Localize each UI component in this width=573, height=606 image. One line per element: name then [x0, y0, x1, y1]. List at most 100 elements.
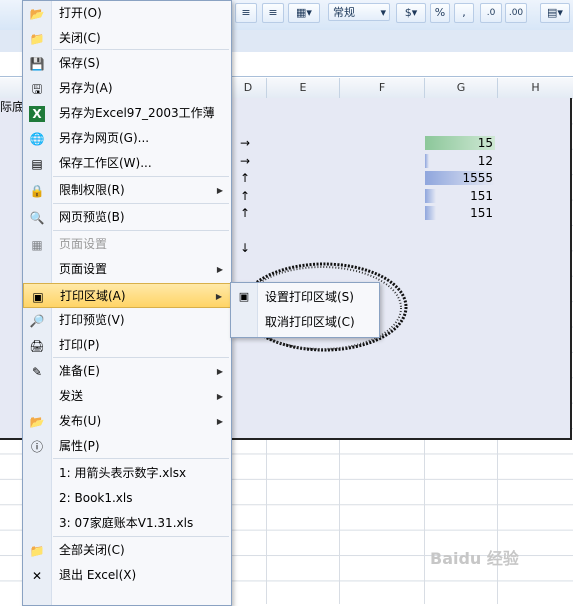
menu-item-label: 打印预览(V) [59, 313, 125, 327]
cell-g-value[interactable]: 151 [425, 206, 493, 220]
menu-separator [53, 230, 229, 231]
close-all-icon: 📁 [29, 544, 45, 558]
submenu-item-clear-print-area[interactable]: 取消打印区域(C) [231, 310, 379, 335]
menu-item-label: 另存为Excel97_2003工作薄 [59, 106, 215, 120]
arrow-indicator: → [240, 136, 251, 150]
submenu-arrow-icon: ▶ [216, 265, 223, 274]
menu-item[interactable]: 发送 ▶ [23, 384, 231, 409]
watermark-logo: Baidu 经验 [430, 549, 519, 568]
menu-item[interactable]: 📁 全部关闭(C) [23, 538, 231, 563]
web-page-icon: 🌐 [29, 132, 45, 146]
menu-item[interactable]: 📂 打开(O) [23, 1, 231, 26]
percent-button[interactable]: % [430, 3, 450, 23]
menu-item-label: 网页预览(B) [59, 210, 125, 224]
align-right-icon[interactable]: ≡ [262, 3, 284, 23]
menu-separator [53, 176, 229, 177]
menu-item[interactable]: 🖫 另存为(A) [23, 76, 231, 101]
number-format-select[interactable]: 常规 ▾ [328, 3, 390, 21]
cell-g-value[interactable]: 1555 [425, 171, 493, 185]
excel-icon: X [29, 106, 45, 122]
web-preview-icon: 🔍 [29, 211, 45, 225]
submenu-item-label: 取消打印区域(C) [265, 315, 355, 329]
menu-item-label: 3: 07家庭账本V1.31.xls [59, 516, 194, 530]
exit-icon: ✕ [31, 569, 43, 583]
menu-item-label: 页面设置 [59, 237, 108, 251]
menu-item[interactable]: ✕ 退出 Excel(X) [23, 563, 231, 588]
submenu-arrow-icon: ▶ [215, 292, 222, 301]
properties-icon: ⓘ [30, 440, 43, 454]
menu-item-label: 保存(S) [59, 56, 100, 70]
increase-decimal-icon[interactable]: .0 [480, 3, 502, 23]
menu-item[interactable]: 3: 07家庭账本V1.31.xls [23, 511, 231, 536]
column-header-h[interactable]: H [498, 78, 573, 98]
menu-item: ▦ 页面设置 [23, 232, 231, 257]
submenu-arrow-icon: ▶ [216, 417, 223, 426]
menu-item-label: 另存为网页(G)... [59, 131, 150, 145]
menu-item[interactable]: 页面设置 ▶ [23, 257, 231, 282]
menu-item[interactable]: 🖨 打印(P) [23, 333, 231, 358]
file-menu: 📂 打开(O) 📁 关闭(C) 💾 保存(S) 🖫 另存为(A) X 另存为Excel97_200… [22, 0, 232, 606]
conditional-format-icon[interactable]: ▤▾ [540, 3, 570, 23]
submenu-arrow-icon: ▶ [216, 367, 223, 376]
cell-g-value[interactable]: 15 [425, 136, 493, 150]
menu-item-label: 打印区域(A) [60, 289, 126, 303]
menu-item[interactable]: ▤ 保存工作区(W)... [23, 151, 231, 176]
menu-item[interactable]: 🌐 另存为网页(G)... [23, 126, 231, 151]
column-header-d[interactable]: D [230, 78, 267, 98]
menu-item[interactable]: ⓘ 属性(P) [23, 434, 231, 459]
submenu-item-set-print-area[interactable]: ▣ 设置打印区域(S) [231, 285, 379, 310]
menu-item-label: 准备(E) [59, 364, 100, 378]
currency-icon[interactable]: $▾ [396, 3, 426, 23]
save-icon: 💾 [29, 57, 45, 71]
menu-item[interactable]: X 另存为Excel97_2003工作薄 [23, 101, 231, 126]
menu-item[interactable]: 1: 用箭头表示数字.xlsx [23, 461, 231, 486]
comma-button[interactable]: , [454, 3, 474, 23]
column-header-g[interactable]: G [425, 78, 498, 98]
set-print-area-icon: ▣ [238, 290, 250, 303]
print-area-icon: ▣ [32, 290, 44, 304]
menu-item[interactable]: ✎ 准备(E) ▶ [23, 359, 231, 384]
menu-item[interactable]: 📁 关闭(C) [23, 26, 231, 51]
menu-separator [53, 536, 229, 537]
menu-separator [53, 203, 229, 204]
menu-item[interactable]: 🔒 限制权限(R) ▶ [23, 178, 231, 203]
arrow-indicator: ↓ [240, 241, 251, 255]
arrow-indicator: ↑ [240, 206, 251, 220]
workspace-icon: ▤ [31, 157, 43, 171]
menu-item[interactable]: 🔍 网页预览(B) [23, 205, 231, 230]
menu-item[interactable]: 📂 发布(U) ▶ [23, 409, 231, 434]
close-folder-icon: 📁 [29, 32, 45, 46]
menu-item-label: 关闭(C) [59, 31, 101, 45]
page-setup-icon: ▦ [31, 238, 43, 252]
merge-cells-icon[interactable]: ▦▾ [288, 3, 320, 23]
menu-item-label: 1: 用箭头表示数字.xlsx [59, 466, 187, 480]
menu-item-label: 保存工作区(W)... [59, 156, 152, 170]
print-preview-icon: 🔎 [29, 314, 45, 328]
print-area-submenu: ▣ 设置打印区域(S) 取消打印区域(C) [230, 282, 380, 338]
menu-item[interactable]: 🔎 打印预览(V) [23, 308, 231, 333]
column-header-e[interactable]: E [267, 78, 340, 98]
arrow-indicator: → [240, 153, 251, 168]
menu-item-label: 限制权限(R) [59, 183, 125, 197]
menu-item[interactable]: 2: Book1.xls [23, 486, 231, 511]
menu-item-label: 2: Book1.xls [59, 491, 133, 505]
align-center-icon[interactable]: ≡ [235, 3, 257, 23]
cell-g-value[interactable]: 151 [425, 189, 493, 203]
prepare-icon: ✎ [31, 365, 43, 379]
arrow-indicator: ↑ [240, 188, 251, 203]
column-header-f[interactable]: F [340, 78, 425, 98]
printer-icon: 🖨 [29, 339, 45, 353]
decrease-decimal-icon[interactable]: .00 [505, 3, 527, 23]
open-folder-icon: 📂 [29, 7, 45, 21]
menu-item-label: 退出 Excel(X) [59, 568, 137, 582]
menu-item-label: 页面设置 [59, 262, 108, 276]
submenu-item-label: 设置打印区域(S) [265, 290, 354, 304]
cell-g-value[interactable]: 12 [425, 154, 493, 168]
partial-cell-text: 际底 [0, 100, 25, 114]
chevron-down-icon: ▾ [380, 6, 386, 19]
menu-item[interactable]: ▣ 打印区域(A) ▶ [23, 283, 231, 308]
menu-item-label: 全部关闭(C) [59, 543, 125, 557]
arrow-indicator: ↑ [240, 171, 251, 185]
menu-item-label: 打印(P) [59, 338, 100, 352]
menu-item[interactable]: 💾 保存(S) [23, 51, 231, 76]
